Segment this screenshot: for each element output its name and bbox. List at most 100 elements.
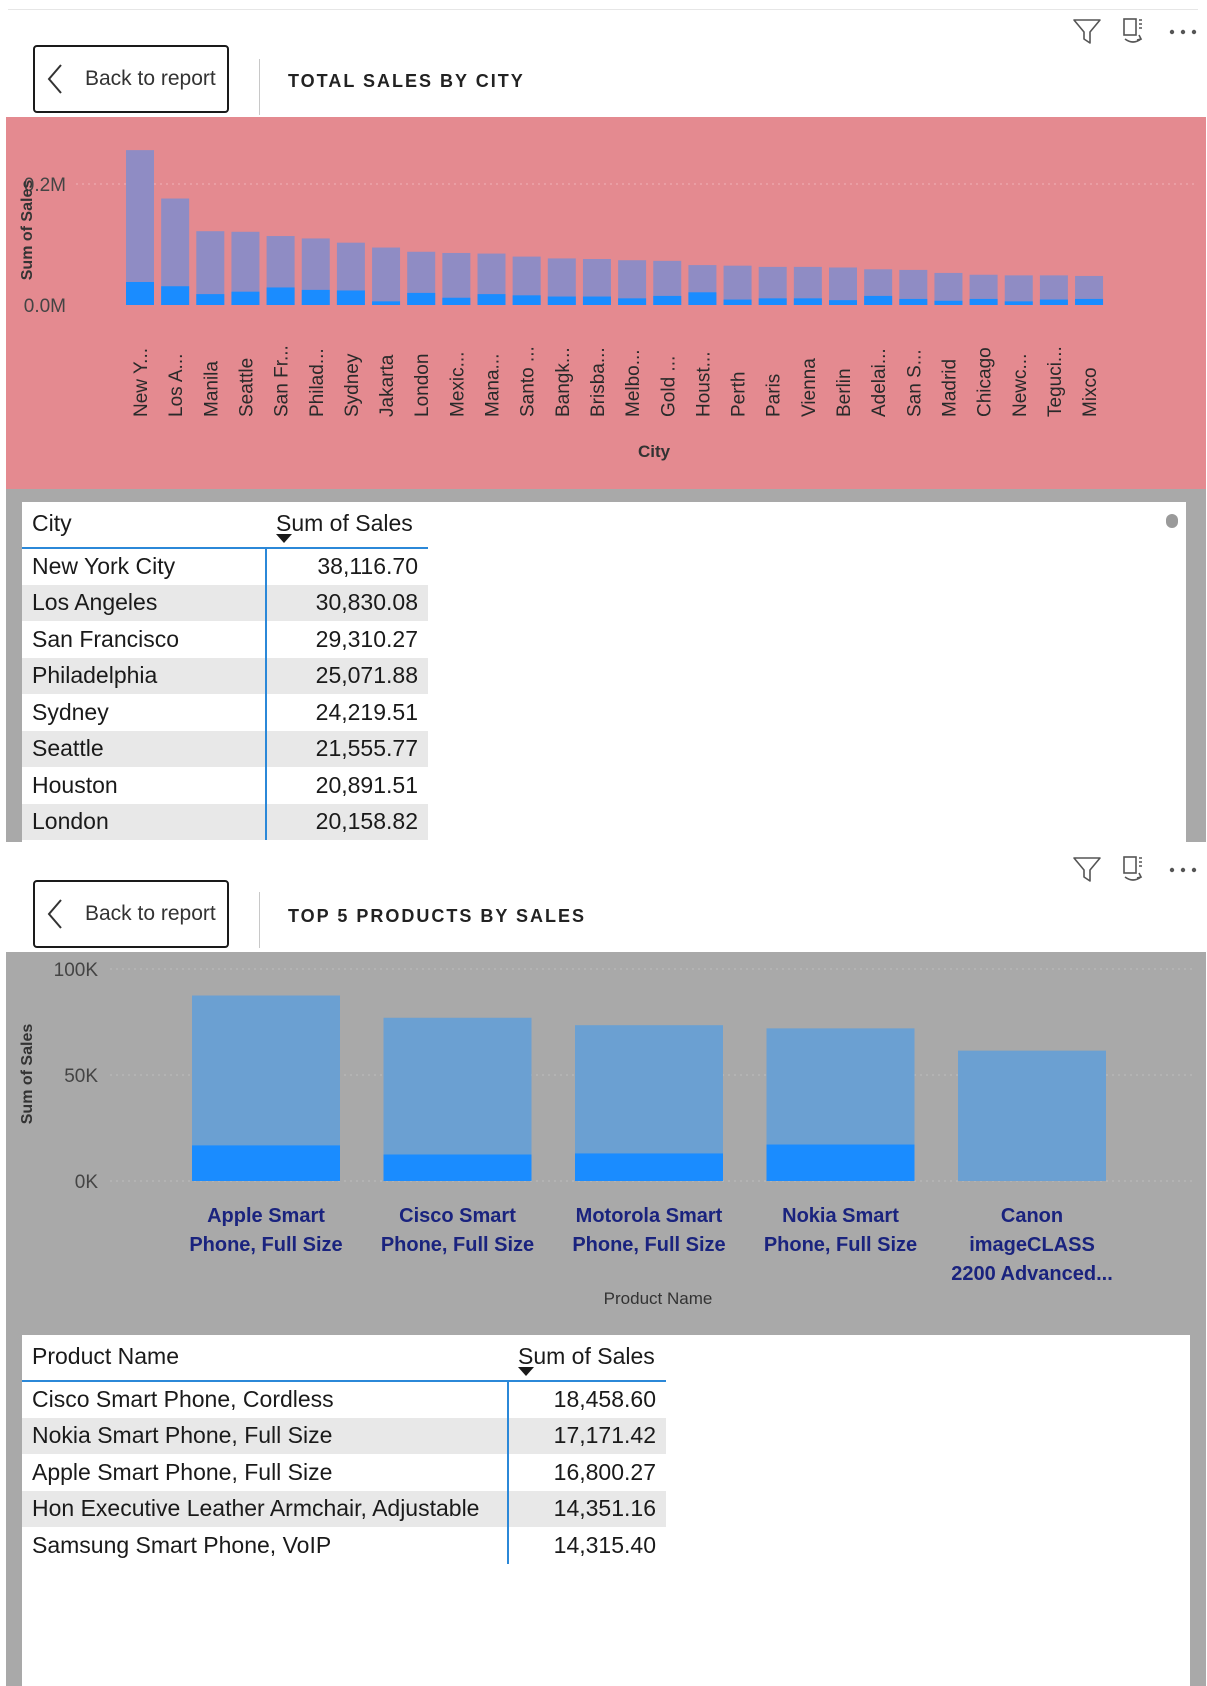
table-cell-name: Nokia Smart Phone, Full Size	[22, 1417, 508, 1454]
back-to-report-label: Back to report	[85, 67, 216, 90]
table-scroll-indicator[interactable]	[1166, 514, 1178, 528]
bar-highlight	[582, 296, 611, 305]
bar-highlight	[723, 299, 752, 305]
bar-total	[723, 265, 752, 305]
table-frame: City Sum of Sales New York City 38,116.70…	[6, 489, 1206, 842]
table-cell-name: Apple Smart Phone, Full Size	[32, 1458, 333, 1485]
bar-highlight	[969, 298, 998, 305]
visual-header-toolbar	[1071, 852, 1199, 888]
table-row[interactable]: Houston 20,891.51	[22, 767, 428, 804]
x-tick-label: Madrid	[939, 359, 960, 417]
table-cell-name: Sydney	[32, 698, 109, 725]
focus-mode-icon[interactable]	[1119, 16, 1151, 48]
city-sales-table: City Sum of Sales New York City 38,116.70…	[22, 502, 428, 840]
bar-total	[829, 267, 857, 305]
table-cell-name: London	[22, 803, 266, 840]
table-row[interactable]: Apple Smart Phone, Full Size 16,800.27	[22, 1454, 666, 1491]
y-tick-label: 0.0M	[24, 296, 66, 317]
bar-highlight	[1075, 298, 1104, 305]
x-tick-label: Paris	[764, 374, 785, 417]
table-cell-name: Hon Executive Leather Armchair, Adjustab…	[22, 1490, 508, 1527]
bar-highlight	[383, 1154, 532, 1181]
table-cell-name: Philadelphia	[22, 657, 266, 694]
table-row[interactable]: Seattle 21,555.77	[22, 730, 428, 767]
table-cell-name: Seattle	[22, 730, 266, 767]
bar-highlight	[864, 295, 893, 305]
x-tick-label: San S...	[904, 349, 925, 417]
x-tick-label: Houst...	[693, 352, 714, 417]
x-tick-label: Vienna	[799, 358, 820, 417]
top-divider	[8, 9, 1198, 10]
bar-highlight	[653, 295, 682, 305]
focus-panel-top-products: Back to report TOP 5 PRODUCTS BY SALES 0…	[0, 852, 1207, 1686]
x-tick-label: Canon	[1001, 1205, 1063, 1227]
focus-panel-sales-by-city: Back to report TOTAL SALES BY CITY 0.0M 0…	[0, 0, 1207, 842]
sort-descending-icon	[276, 534, 292, 543]
table-row[interactable]: Los Angeles 30,830.08	[22, 584, 428, 621]
x-tick-label: Motorola Smart	[576, 1205, 723, 1227]
table-body: New York City 38,116.70 Los Angeles 30,830.…	[22, 548, 428, 840]
x-tick-label: Philad...	[307, 348, 328, 417]
bar-highlight	[618, 298, 647, 305]
x-tick-label: San Fr...	[272, 345, 293, 417]
focus-mode-icon[interactable]	[1119, 854, 1151, 886]
table-row[interactable]: San Francisco 29,310.27	[22, 621, 428, 658]
filter-icon[interactable]	[1071, 16, 1103, 48]
more-options-icon[interactable]	[1167, 854, 1199, 886]
table-row[interactable]: Samsung Smart Phone, VoIP 14,315.40	[22, 1527, 666, 1564]
bar-total	[442, 252, 471, 305]
table-row[interactable]: London 20,158.82	[22, 803, 428, 840]
table-row[interactable]: Sydney 24,219.51	[22, 694, 428, 731]
table-cell-sales: 24,219.51	[265, 694, 428, 731]
back-to-report-label: Back to report	[85, 902, 216, 925]
column-header-city[interactable]: City	[22, 502, 266, 549]
column-header-sum-of-sales[interactable]: Sum of Sales	[266, 502, 428, 549]
bar-highlight	[1004, 301, 1033, 305]
bar-highlight	[231, 291, 260, 305]
table-row[interactable]: Cisco Smart Phone, Cordless 18,458.60	[22, 1381, 666, 1418]
bar-highlight	[336, 290, 365, 305]
chart-svg: 0.0M0.2MSum of SalesNew Y... Los A... Mani…	[19, 150, 1196, 461]
bar-highlight	[688, 292, 717, 305]
x-tick-label: Apple Smart	[207, 1205, 325, 1227]
x-tick-label: Teguci...	[1045, 346, 1066, 417]
bar-highlight	[161, 286, 190, 305]
table-row[interactable]: Nokia Smart Phone, Full Size 17,171.42	[22, 1417, 666, 1454]
x-tick-label: Mexic...	[447, 352, 468, 417]
bar-highlight	[899, 298, 928, 305]
more-options-icon[interactable]	[1167, 16, 1199, 48]
x-tick-label: London	[412, 354, 433, 417]
bar-highlight	[196, 294, 225, 305]
x-tick-label: Brisba...	[588, 347, 609, 417]
table-cell-sales: 20,891.51	[265, 767, 428, 804]
column-header-product-name[interactable]: Product Name	[22, 1335, 508, 1382]
bar-highlight	[301, 289, 330, 305]
column-header-sum-of-sales[interactable]: Sum of Sales	[508, 1335, 666, 1382]
y-tick-label: 0K	[75, 1172, 99, 1193]
visual-title: TOTAL SALES BY CITY	[288, 71, 525, 91]
x-axis-label: City	[638, 442, 671, 461]
column-header-label: Sum of Sales	[276, 510, 413, 536]
bar-total	[958, 1050, 1106, 1181]
x-tick-label: Phone, Full Size	[381, 1234, 534, 1256]
bar-highlight	[477, 294, 506, 305]
city-table-container: City Sum of Sales New York City 38,116.70…	[22, 502, 1186, 842]
back-to-report-button[interactable]: Back to report	[33, 45, 229, 113]
table-row[interactable]: Hon Executive Leather Armchair, Adjustab…	[22, 1490, 666, 1527]
table-cell-sales: 30,830.08	[265, 584, 428, 621]
x-tick-label: Melbo...	[623, 349, 644, 417]
back-chevron-icon	[45, 62, 67, 96]
table-row[interactable]: Philadelphia 25,071.88	[22, 657, 428, 694]
table-cell-sales: 20,158.82	[265, 803, 428, 840]
bar-highlight	[934, 300, 963, 305]
table-cell-sales: 21,555.77	[265, 730, 428, 767]
table-cell-sales: 14,351.16	[507, 1490, 666, 1527]
table-cell-sales: 18,458.60	[507, 1381, 666, 1418]
bar-highlight	[407, 292, 436, 305]
bar-total	[618, 260, 647, 305]
filter-icon[interactable]	[1071, 854, 1103, 886]
table-row[interactable]: New York City 38,116.70	[22, 548, 428, 585]
bar-highlight	[793, 298, 822, 305]
back-to-report-button[interactable]: Back to report	[33, 880, 229, 948]
bar-highlight	[372, 301, 401, 305]
